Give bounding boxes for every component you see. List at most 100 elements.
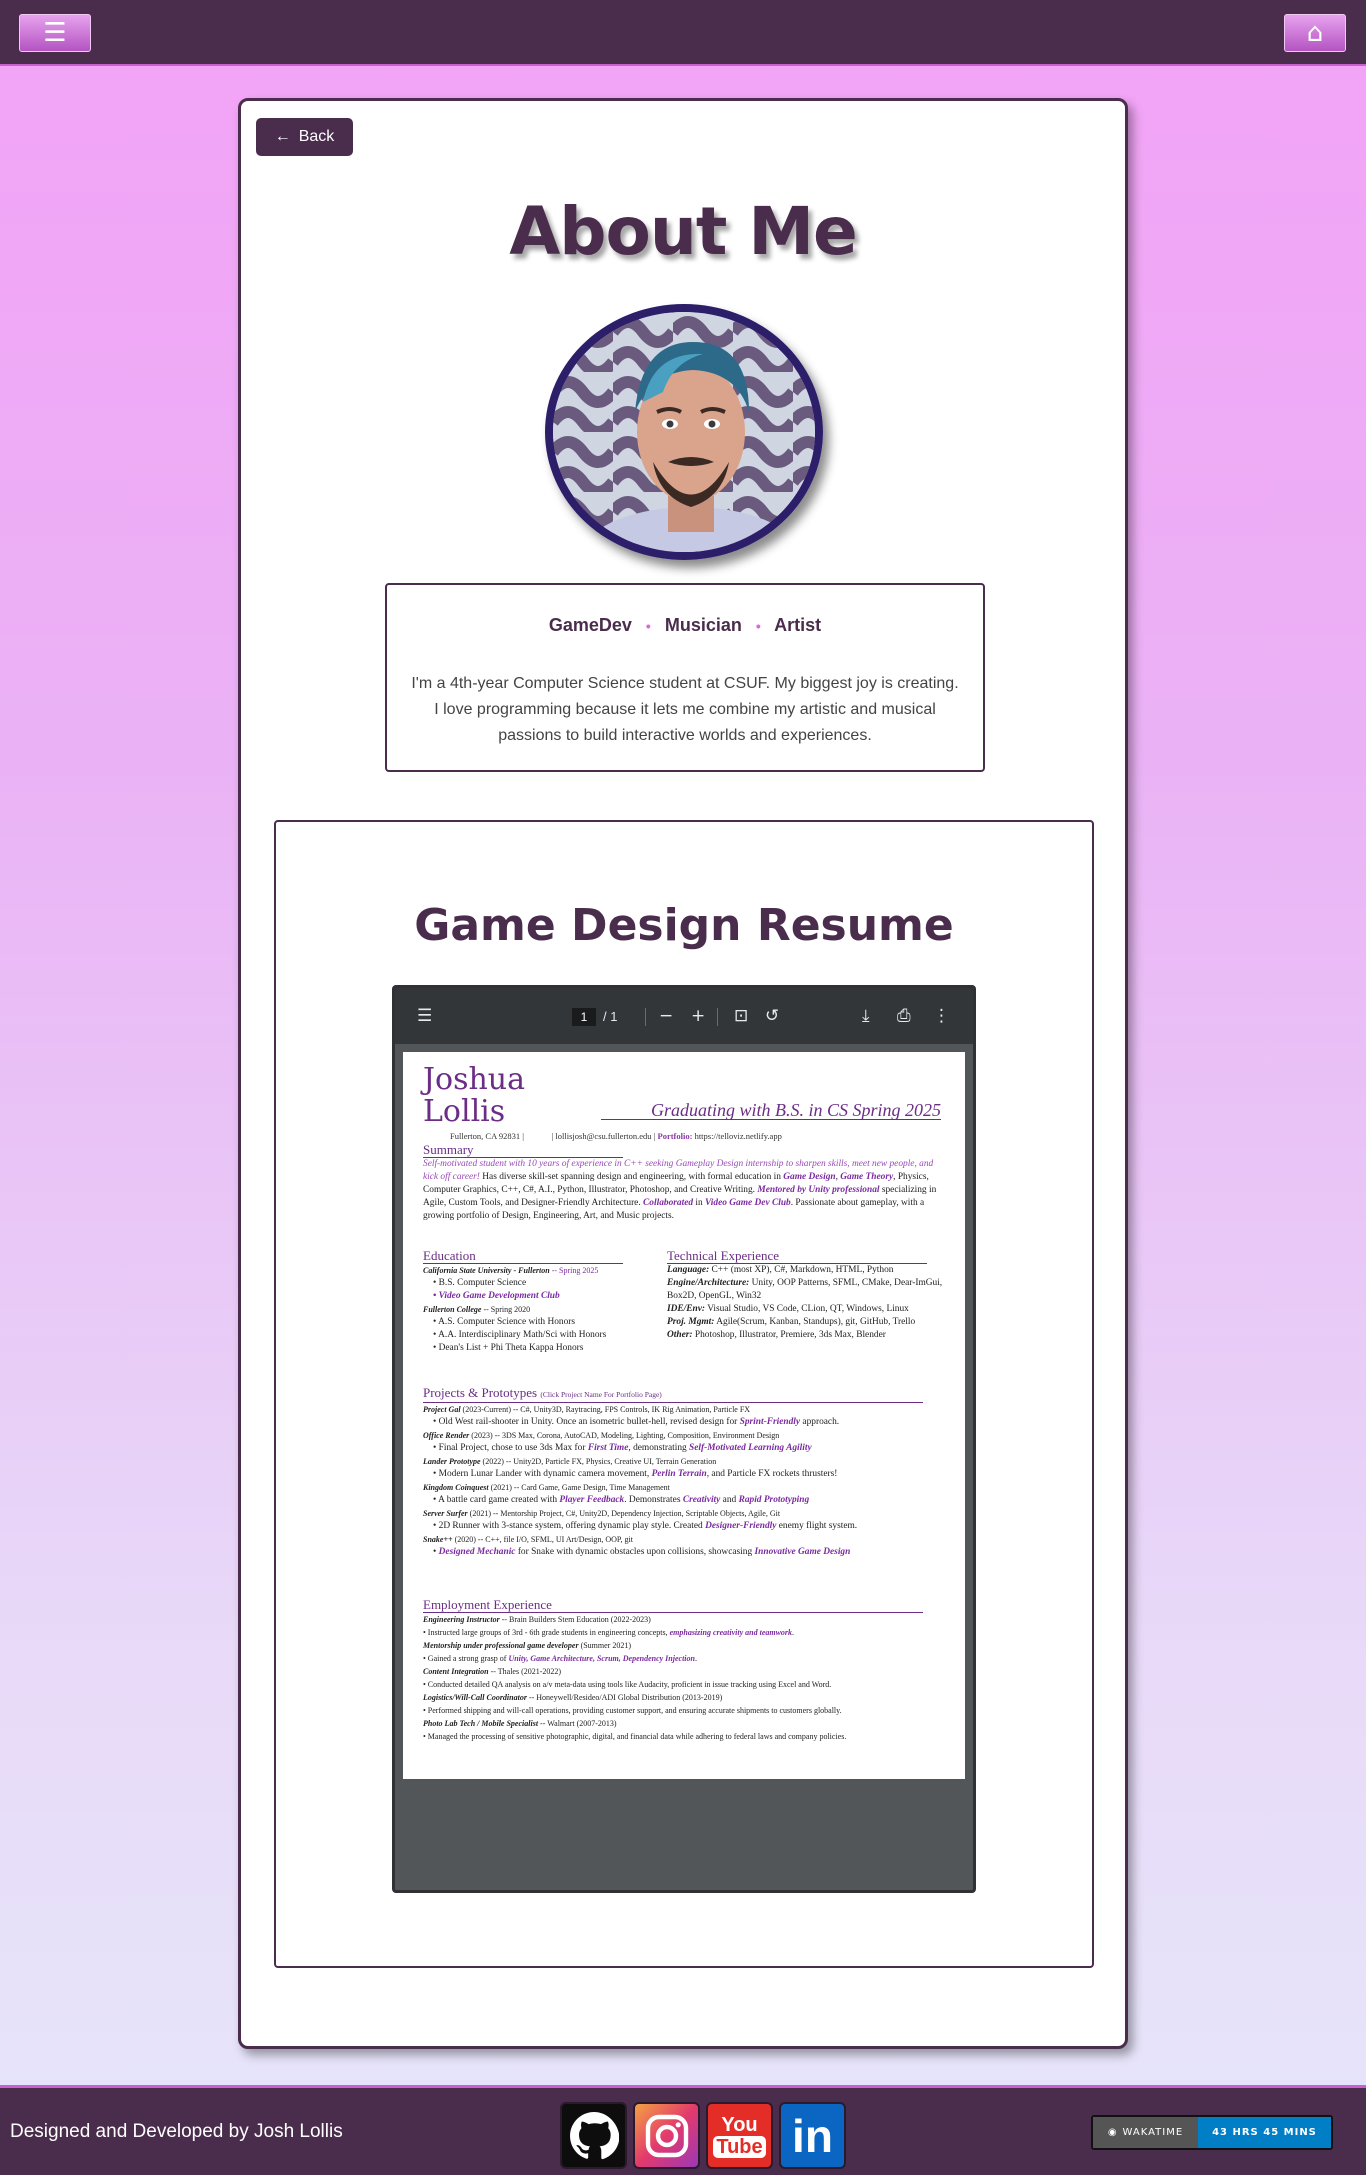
project-highlight: Designer-Friendly (705, 1521, 777, 1531)
project-text: • Modern Lunar Lander with dynamic camer… (433, 1469, 652, 1479)
job-title-line: Mentorship under professional game devel… (423, 1639, 945, 1652)
summary-highlight: Game Design (783, 1172, 836, 1182)
tech-line: IDE/Env: Visual Studio, VS Code, CLion, … (667, 1303, 945, 1316)
profile-photo-illustration (553, 312, 815, 552)
project-bullet: • A battle card game created with Player… (423, 1494, 945, 1507)
project-highlight: First Time (587, 1443, 629, 1453)
menu-button[interactable]: ☰ (19, 14, 91, 52)
tech-value: Agile(Scrum, Kanban, Standups), git, Git… (714, 1317, 916, 1327)
project-highlight: Sprint-Friendly (739, 1417, 801, 1427)
job-meta: -- Walmart (2007-2013) (538, 1719, 617, 1728)
wakatime-label-cell: ◉ WAKATIME (1093, 2117, 1198, 2148)
summary-highlight: Collaborated (643, 1198, 694, 1208)
contact-email[interactable]: lollisjosh@csu.fullerton.edu (555, 1131, 651, 1141)
tech-key: Language: (667, 1265, 710, 1275)
top-nav-bar: ☰ ⌂ (0, 0, 1366, 64)
project-title-line: Office Render (2023) -- 3DS Max, Corona,… (423, 1429, 945, 1442)
intro-box: GameDev • Musician • Artist I'm a 4th-ye… (385, 583, 985, 772)
footer: Designed and Developed by Josh Lollis Yo… (0, 2085, 1366, 2175)
footer-credit: Designed and Developed by Josh Lollis (10, 2121, 343, 2142)
edu-line: California State University - Fullerton … (423, 1264, 651, 1277)
employment-heading: Employment Experience (423, 1597, 923, 1613)
rotate-icon[interactable]: ↺ (765, 1006, 779, 1026)
edu-item: • Dean's List + Phi Theta Kappa Honors (433, 1343, 584, 1353)
print-icon[interactable]: ⎙ (897, 1006, 911, 1026)
project-name-link[interactable]: Lander Prototype (423, 1457, 481, 1466)
zoom-in-icon[interactable]: + (691, 1006, 705, 1026)
linkedin-link[interactable]: in (779, 2102, 846, 2169)
role-separator: • (755, 618, 761, 634)
project-title-line: Lander Prototype (2022) -- Unity2D, Part… (423, 1455, 945, 1468)
role-gamedev: GameDev (548, 615, 632, 635)
project-meta: (2023-Current) -- C#, Unity3D, Raytracin… (460, 1405, 751, 1414)
job-text: • Gained a strong grasp of (423, 1654, 509, 1663)
wakatime-value: 43 HRS 45 MINS (1198, 2117, 1331, 2148)
project-bullet: • Final Project, chose to use 3ds Max fo… (423, 1442, 945, 1455)
tech-line: Language: C++ (most XP), C#, Markdown, H… (667, 1264, 945, 1277)
page-title: About Me (509, 193, 858, 270)
roles-line: GameDev • Musician • Artist (387, 615, 983, 636)
employment-section: Employment Experience Engineering Instru… (423, 1597, 945, 1743)
back-button[interactable]: ← Back (256, 118, 353, 156)
job-bullet: • Performed shipping and will-call opera… (423, 1706, 842, 1715)
tech-value: C++ (most XP), C#, Markdown, HTML, Pytho… (709, 1265, 894, 1275)
wakatime-icon: ◉ (1107, 2127, 1118, 2138)
job-text: • Instructed large groups of 3rd - 6th g… (423, 1628, 670, 1637)
role-musician: Musician (664, 615, 742, 635)
edu-item: • Video Game Development Club (433, 1291, 560, 1301)
wakatime-label: WAKATIME (1122, 2127, 1184, 2138)
project-title-line: Server Surfer (2021) -- Mentorship Proje… (423, 1507, 945, 1520)
sidebar-menu-icon[interactable]: ☰ (417, 1006, 432, 1026)
edu-date: -- Spring 2020 (481, 1305, 531, 1314)
wakatime-badge[interactable]: ◉ WAKATIME 43 HRS 45 MINS (1091, 2115, 1333, 2150)
project-meta: (2021) -- Card Game, Game Design, Time M… (488, 1483, 670, 1492)
project-text: • 2D Runner with 3-stance system, offeri… (433, 1521, 706, 1531)
project-title-line: Snake++ (2020) -- C++, file I/O, SFML, U… (423, 1533, 945, 1546)
job-highlight: Unity, Game Architecture, Scrum, Depende… (508, 1654, 695, 1663)
tech-line: Other: Photoshop, Illustrator, Premiere,… (667, 1329, 945, 1342)
project-name-link[interactable]: Project Gal (423, 1405, 461, 1414)
project-name-link[interactable]: Office Render (423, 1431, 469, 1440)
youtube-you: You (721, 2113, 758, 2136)
role-separator: • (645, 618, 651, 634)
bio-text: I'm a 4th-year Computer Science student … (411, 675, 959, 744)
fit-page-icon[interactable]: ⊡ (734, 1006, 748, 1026)
zoom-out-icon[interactable]: − (659, 1006, 673, 1026)
job-title-line: Content Integration -- Thales (2021-2022… (423, 1665, 945, 1678)
home-button[interactable]: ⌂ (1284, 14, 1346, 52)
more-options-icon[interactable]: ⋮ (933, 1006, 950, 1026)
tech-key: Other: (667, 1330, 693, 1340)
summary-highlight: Game Theory (840, 1172, 894, 1182)
summary-text: Has diverse skill-set spanning design an… (479, 1172, 784, 1182)
job-bullet: • Instructed large groups of 3rd - 6th g… (423, 1626, 945, 1639)
technical-heading: Technical Experience (667, 1248, 927, 1264)
edu-school: Fullerton College (423, 1305, 482, 1314)
job-bullet: • Conducted detailed QA analysis on a/v … (423, 1680, 832, 1689)
projects-heading: Projects & Prototypes (Click Project Nam… (423, 1385, 923, 1403)
portfolio-link[interactable]: https://telloviz.netlify.app (695, 1131, 782, 1141)
project-meta: (2020) -- C++, file I/O, SFML, UI Art/De… (452, 1535, 633, 1544)
edu-school: California State University - Fullerton (423, 1266, 550, 1275)
github-icon (569, 2111, 619, 2159)
job-title: Mentorship under professional game devel… (423, 1641, 579, 1650)
edu-date: -- Spring 2025 (549, 1266, 599, 1275)
edu-item: • A.A. Interdisciplinary Math/Sci with H… (433, 1330, 607, 1340)
page-number-input[interactable]: 1 (572, 1008, 596, 1026)
pdf-toolbar: ☰ 1 / 1 − + ⊡ ↺ ⤓ ⎙ ⋮ (395, 988, 973, 1044)
education-heading: Education (423, 1248, 623, 1264)
project-name-link[interactable]: Snake++ (423, 1535, 453, 1544)
job-title-line: Photo Lab Tech / Mobile Specialist -- Wa… (423, 1717, 945, 1730)
project-meta: (2023) -- 3DS Max, Corona, AutoCAD, Mode… (469, 1431, 780, 1440)
project-name-link[interactable]: Server Surfer (423, 1509, 468, 1518)
job-meta: (Summer 2021) (578, 1641, 631, 1650)
project-bullet: • Old West rail-shooter in Unity. Once a… (423, 1416, 945, 1429)
youtube-link[interactable]: You Tube (706, 2102, 773, 2169)
project-name-link[interactable]: Kingdom Coinquest (423, 1483, 489, 1492)
pdf-viewer[interactable]: ☰ 1 / 1 − + ⊡ ↺ ⤓ ⎙ ⋮ Joshua Lollis Grad… (392, 985, 976, 1893)
github-link[interactable] (560, 2102, 627, 2169)
job-title-line: Logistics/Will-Call Coordinator -- Honey… (423, 1691, 945, 1704)
download-icon[interactable]: ⤓ (862, 1006, 870, 1026)
project-bullet: • Designed Mechanic for Snake with dynam… (423, 1546, 945, 1559)
summary-heading: Summary (423, 1142, 623, 1158)
instagram-link[interactable] (633, 2102, 700, 2169)
